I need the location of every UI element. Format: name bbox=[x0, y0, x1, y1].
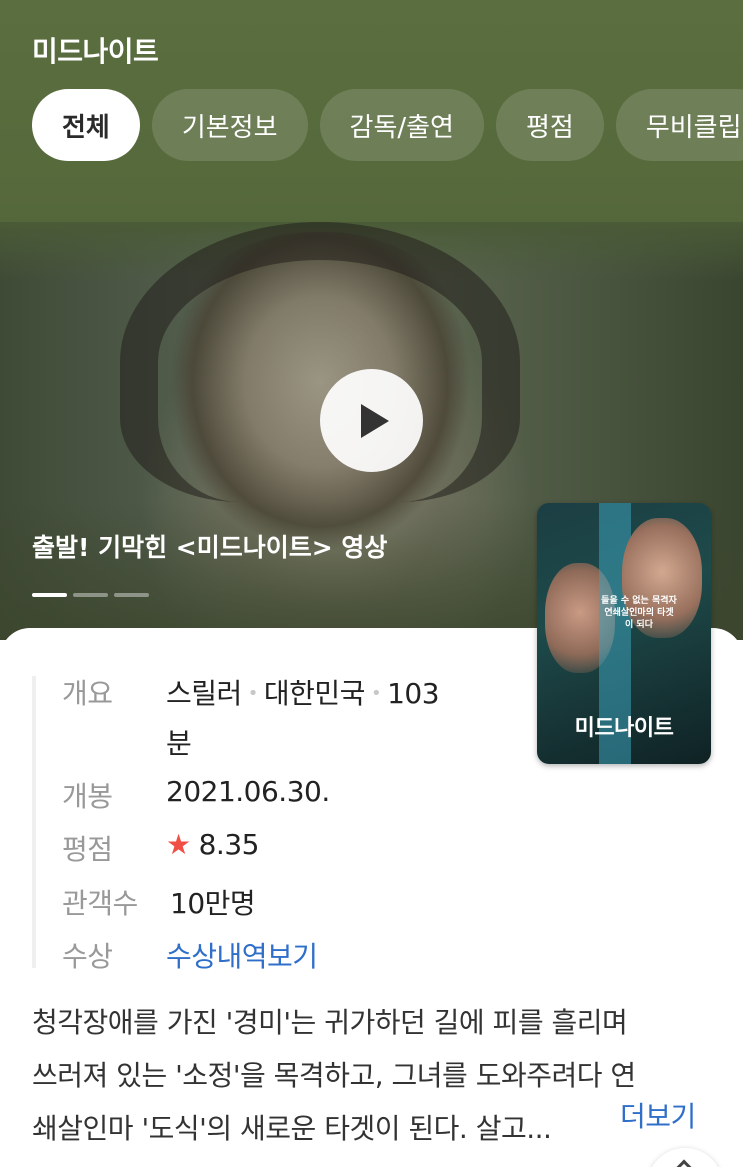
play-icon bbox=[361, 403, 389, 438]
release-date: 2021.06.30. bbox=[166, 775, 330, 808]
awards-link[interactable]: 수상내역보기 bbox=[166, 935, 318, 975]
separator-dot: • bbox=[247, 683, 259, 704]
overview-label: 개요 bbox=[62, 677, 113, 710]
tab-basic-info[interactable]: 기본정보 bbox=[151, 89, 308, 161]
carousel-dot bbox=[32, 593, 67, 597]
poster-title: 미드나이트 bbox=[574, 716, 674, 741]
page-title: 미드나이트 bbox=[32, 35, 159, 68]
carousel-dot bbox=[114, 593, 149, 597]
tab-cast[interactable]: 감독/출연 bbox=[319, 89, 484, 161]
more-button[interactable]: 더보기 bbox=[620, 1095, 696, 1135]
runtime-unit: 분 bbox=[166, 727, 192, 760]
runtime-number: 103 bbox=[387, 677, 440, 710]
separator-dot: • bbox=[370, 683, 382, 704]
rating-value-wrap[interactable]: ★ 8.35 bbox=[166, 828, 259, 861]
carousel-dot bbox=[73, 593, 108, 597]
rating-label: 평점 bbox=[62, 833, 113, 866]
chevron-up-icon bbox=[675, 1159, 693, 1167]
tab-rating[interactable]: 평점 bbox=[495, 89, 604, 161]
synopsis-line: 청각장애를 가진 '경미'는 귀가하던 길에 피를 흘리며 bbox=[32, 1006, 628, 1039]
carousel-indicator bbox=[32, 593, 149, 597]
audience-value: 10만명 bbox=[170, 887, 256, 920]
video-thumbnail-hair bbox=[120, 222, 520, 502]
overview-value: 스릴러 • 대한민국 • 103 bbox=[166, 672, 440, 712]
synopsis-line: 쓰러져 있는 '소정'을 목격하고, 그녀를 도와주려다 연 bbox=[32, 1059, 636, 1092]
poster-tagline: 들을 수 없는 목격자 연쇄살인마의 타겟이 되다 bbox=[601, 596, 677, 630]
movie-poster[interactable]: 들을 수 없는 목격자 연쇄살인마의 타겟이 되다 미드나이트 bbox=[537, 503, 711, 764]
info-divider bbox=[32, 676, 36, 968]
star-icon: ★ bbox=[166, 828, 191, 861]
video-caption[interactable]: 출발! 기막힌 <미드나이트> 영상 bbox=[32, 528, 387, 564]
awards-label: 수상 bbox=[62, 940, 113, 973]
play-button[interactable] bbox=[320, 369, 423, 472]
release-label: 개봉 bbox=[62, 780, 113, 813]
synopsis-line: 쇄살인마 '도식'의 새로운 타겟이 된다. 살고... bbox=[32, 1112, 552, 1145]
tab-bar: 전체 기본정보 감독/출연 평점 무비클립 bbox=[32, 89, 743, 161]
country: 대한민국 bbox=[263, 677, 366, 710]
tab-movie-clip[interactable]: 무비클립 bbox=[615, 89, 743, 161]
tab-all[interactable]: 전체 bbox=[32, 89, 140, 161]
audience-label: 관객수 bbox=[62, 887, 138, 920]
rating-value: 8.35 bbox=[198, 828, 260, 861]
synopsis: 청각장애를 가진 '경미'는 귀가하던 길에 피를 흘리며 쓰러져 있는 '소정… bbox=[32, 996, 722, 1155]
genre: 스릴러 bbox=[166, 677, 242, 710]
